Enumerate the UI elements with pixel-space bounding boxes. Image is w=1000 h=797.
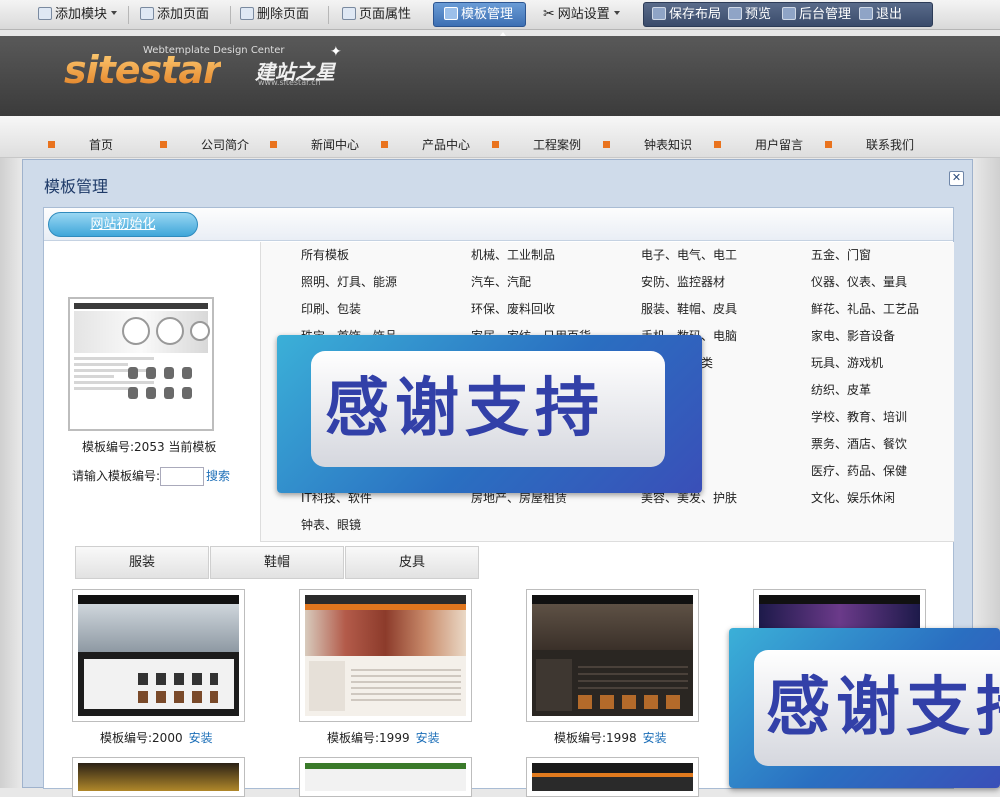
add-module-button[interactable]: 添加模块 bbox=[38, 3, 118, 26]
nav-bullet-icon bbox=[381, 141, 388, 148]
category-link[interactable]: 鲜花、礼品、工艺品 bbox=[811, 300, 919, 317]
preview-icon bbox=[728, 7, 742, 20]
category-link[interactable]: 票务、酒店、餐饮 bbox=[811, 435, 907, 452]
top-toolbar: 添加模块 添加页面 删除页面 页面属性 模板管理 ✂ 网站设置 保存布局 预览 后… bbox=[0, 0, 1000, 30]
current-template-section: 模板编号:2053 当前模板 请输入模板编号: 搜索 bbox=[44, 242, 260, 542]
logo-url: www.sitestar.cn bbox=[258, 78, 321, 87]
delete-page-button[interactable]: 删除页面 bbox=[240, 3, 309, 26]
admin-button[interactable]: 后台管理 bbox=[782, 3, 851, 26]
category-link[interactable]: 所有模板 bbox=[301, 246, 349, 263]
nav-item-cases[interactable]: 工程案例 bbox=[492, 136, 581, 152]
category-link[interactable]: 家电、影音设备 bbox=[811, 327, 895, 344]
search-link[interactable]: 搜索 bbox=[206, 469, 230, 483]
site-initialize-button[interactable]: 网站初始化 bbox=[48, 212, 198, 237]
template-card[interactable] bbox=[526, 589, 699, 722]
admin-avatar-icon bbox=[782, 7, 796, 20]
nav-item-guestbook[interactable]: 用户留言 bbox=[714, 136, 803, 152]
category-tabs: 服装 鞋帽 皮具 bbox=[75, 546, 479, 580]
category-link[interactable]: 学校、教育、培训 bbox=[811, 408, 907, 425]
category-link[interactable]: 环保、废料回收 bbox=[471, 300, 555, 317]
nav-item-news[interactable]: 新闻中心 bbox=[270, 136, 359, 152]
tab-clothing[interactable]: 服装 bbox=[75, 546, 209, 579]
category-link[interactable]: 印刷、包装 bbox=[301, 300, 361, 317]
template-management-button[interactable]: 模板管理 bbox=[433, 2, 526, 27]
nav-bullet-icon bbox=[714, 141, 721, 148]
template-card[interactable] bbox=[72, 757, 245, 797]
nav-item-about[interactable]: 公司简介 bbox=[160, 136, 249, 152]
sparkle-icon: ✦ bbox=[330, 44, 342, 60]
site-settings-button[interactable]: ✂ 网站设置 bbox=[543, 3, 620, 26]
category-link[interactable]: 电子、电气、电工 bbox=[641, 246, 737, 263]
chevron-down-icon bbox=[111, 11, 118, 15]
add-page-button[interactable]: 添加页面 bbox=[140, 3, 209, 26]
nav-bullet-icon bbox=[492, 141, 499, 148]
page-properties-icon bbox=[342, 7, 356, 20]
delete-page-icon bbox=[240, 7, 254, 20]
install-link[interactable]: 安装 bbox=[643, 731, 667, 745]
category-link[interactable]: 钟表、眼镜 bbox=[301, 516, 361, 533]
preview-button[interactable]: 预览 bbox=[728, 3, 771, 26]
close-icon[interactable]: ✕ bbox=[949, 171, 964, 186]
page-properties-button[interactable]: 页面属性 bbox=[342, 3, 411, 26]
category-link[interactable]: 文化、娱乐休闲 bbox=[811, 489, 895, 506]
add-page-icon bbox=[140, 7, 154, 20]
nav-item-products[interactable]: 产品中心 bbox=[381, 136, 470, 152]
tab-leather[interactable]: 皮具 bbox=[345, 546, 479, 579]
category-link[interactable]: 玩具、游戏机 bbox=[811, 354, 883, 371]
nav-bullet-icon bbox=[48, 141, 55, 148]
template-number-input[interactable] bbox=[160, 467, 205, 486]
logo: sitestar bbox=[64, 48, 222, 92]
category-link[interactable]: 汽车、汽配 bbox=[471, 273, 531, 290]
template-card[interactable] bbox=[299, 589, 472, 722]
logout-button[interactable]: 退出 bbox=[859, 3, 902, 26]
add-module-icon bbox=[38, 7, 52, 20]
template-card[interactable] bbox=[299, 757, 472, 797]
nav-bullet-icon bbox=[270, 141, 277, 148]
nav-item-knowledge[interactable]: 钟表知识 bbox=[603, 136, 692, 152]
category-link[interactable]: 安防、监控器材 bbox=[641, 273, 725, 290]
site-banner: Webtemplate Design Center sitestar 建站之星 … bbox=[0, 36, 1000, 116]
template-card[interactable] bbox=[526, 757, 699, 797]
template-search-row: 请输入模板编号: 搜索 bbox=[72, 467, 230, 486]
current-template-thumbnail[interactable] bbox=[68, 297, 214, 431]
category-link[interactable]: 医疗、药品、保健 bbox=[811, 462, 907, 479]
template-card-label: 模板编号:2000 安装 bbox=[100, 731, 213, 745]
category-link[interactable]: 仪器、仪表、量具 bbox=[811, 273, 907, 290]
toolbar-right-group: 保存布局 预览 后台管理 退出 bbox=[643, 2, 933, 27]
chevron-down-icon bbox=[613, 11, 620, 15]
save-layout-button[interactable]: 保存布局 bbox=[652, 3, 721, 26]
category-link[interactable]: 五金、门窗 bbox=[811, 246, 871, 263]
thanks-text: 感谢支持 bbox=[754, 650, 1000, 766]
nav-bullet-icon bbox=[825, 141, 832, 148]
thanks-text: 感谢支持 bbox=[311, 351, 665, 467]
nav-bullet-icon bbox=[603, 141, 610, 148]
logout-icon bbox=[859, 7, 873, 20]
nav-item-home[interactable]: 首页 bbox=[48, 136, 113, 152]
category-link[interactable]: 纺织、皮革 bbox=[811, 381, 871, 398]
current-template-label: 模板编号:2053 当前模板 bbox=[82, 440, 217, 454]
nav-item-contact[interactable]: 联系我们 bbox=[825, 136, 914, 152]
site-nav: 首页 公司简介 新闻中心 产品中心 工程案例 钟表知识 用户留言 联系我们 bbox=[0, 116, 1000, 158]
category-link[interactable]: 服装、鞋帽、皮具 bbox=[641, 300, 737, 317]
nav-bullet-icon bbox=[160, 141, 167, 148]
template-icon bbox=[444, 7, 458, 20]
category-link[interactable]: 机械、工业制品 bbox=[471, 246, 555, 263]
template-card-label: 模板编号:1999 安装 bbox=[327, 731, 440, 745]
install-link[interactable]: 安装 bbox=[189, 731, 213, 745]
template-card[interactable] bbox=[72, 589, 245, 722]
dialog-title: 模板管理 bbox=[44, 177, 109, 196]
template-card-label: 模板编号:1998 安装 bbox=[554, 731, 667, 745]
thanks-overlay: 感谢支持 bbox=[277, 335, 702, 493]
category-link[interactable]: 照明、灯具、能源 bbox=[301, 273, 397, 290]
tab-shoes-hats[interactable]: 鞋帽 bbox=[210, 546, 344, 579]
thanks-overlay-2: 感谢支持 bbox=[729, 628, 1000, 788]
save-icon bbox=[652, 7, 666, 20]
panel-header: 网站初始化 bbox=[44, 208, 953, 241]
tools-icon: ✂ bbox=[543, 6, 555, 22]
install-link[interactable]: 安装 bbox=[416, 731, 440, 745]
search-label: 请输入模板编号: bbox=[72, 469, 161, 483]
